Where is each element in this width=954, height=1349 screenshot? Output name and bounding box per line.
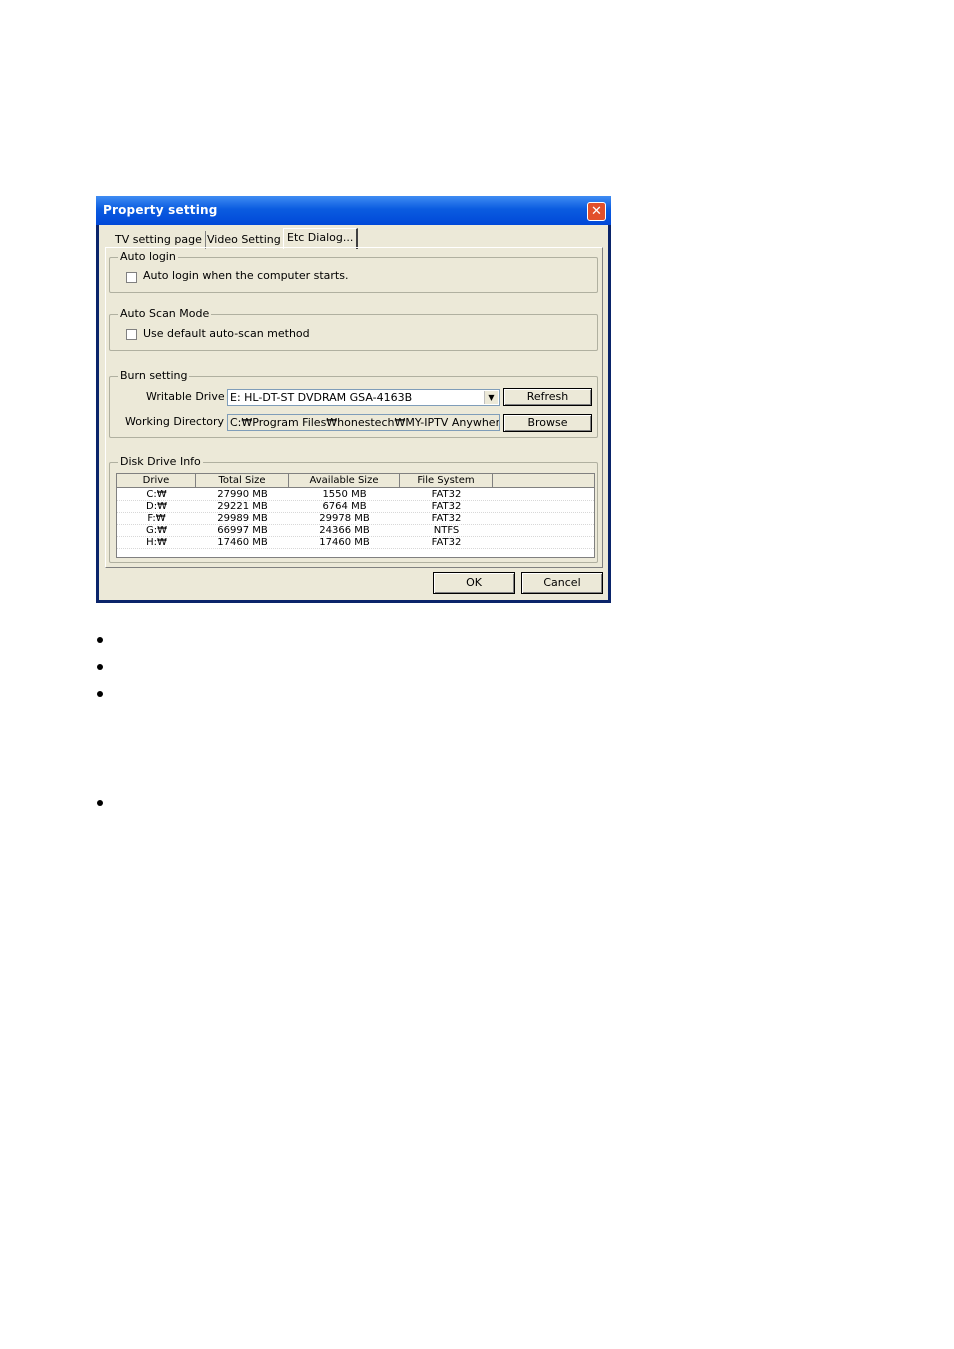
table-row[interactable]: G:₩ 66997 MB 24366 MB NTFS	[117, 525, 594, 537]
column-header-available-size[interactable]: Available Size	[289, 474, 400, 488]
writable-drive-select[interactable]: E: HL-DT-ST DVDRAM GSA-4163B ▼	[227, 389, 500, 406]
column-header-total-size[interactable]: Total Size	[196, 474, 289, 488]
title-bar[interactable]: Property setting ✕	[96, 196, 611, 225]
column-header-file-system[interactable]: File System	[400, 474, 493, 488]
available-size-cell: 6764 MB	[322, 501, 367, 512]
available-size-cell: 29978 MB	[319, 513, 370, 524]
working-directory-field[interactable]: C:₩Program Files₩honestech₩MY-IPTV Anywh…	[227, 414, 500, 431]
file-system-cell: FAT32	[431, 489, 462, 500]
available-size-cell: 17460 MB	[319, 537, 370, 548]
file-system-cell: NTFS	[433, 525, 460, 536]
drive-cell: F:₩	[147, 513, 166, 524]
working-directory-label: Working Directory :	[125, 415, 232, 428]
drive-cell: H:₩	[146, 537, 167, 548]
table-row[interactable]: H:₩ 17460 MB 17460 MB FAT32	[117, 537, 594, 549]
tab-panel: Auto login Auto login when the computer …	[105, 247, 603, 568]
writable-drive-value: E: HL-DT-ST DVDRAM GSA-4163B	[230, 391, 413, 404]
drive-cell: D:₩	[146, 501, 167, 512]
drive-cell: G:₩	[145, 525, 167, 536]
ok-button[interactable]: OK	[433, 572, 515, 594]
column-header-blank	[493, 474, 594, 488]
burn-setting-group-label: Burn setting	[118, 369, 190, 382]
total-size-cell: 17460 MB	[217, 537, 268, 548]
disk-drive-info-group-label: Disk Drive Info	[118, 455, 203, 468]
drive-cell: C:₩	[146, 489, 167, 500]
table-row[interactable]: F:₩ 29989 MB 29978 MB FAT32	[117, 513, 594, 525]
file-system-cell: FAT32	[431, 501, 462, 512]
table-row[interactable]: C:₩ 27990 MB 1550 MB FAT32	[117, 489, 594, 501]
total-size-cell: 29221 MB	[217, 501, 268, 512]
tab-etc-dialog[interactable]: Etc Dialog...	[283, 228, 359, 249]
browse-button[interactable]: Browse	[503, 414, 592, 432]
dialog-client-area: TV setting page Video Setting Etc Dialog…	[99, 225, 608, 600]
auto-scan-group-label: Auto Scan Mode	[118, 307, 212, 320]
close-icon[interactable]: ✕	[587, 202, 606, 221]
chevron-down-icon[interactable]: ▼	[484, 391, 498, 404]
property-setting-dialog: Property setting ✕ TV setting page Video…	[96, 196, 611, 603]
file-system-cell: FAT32	[431, 537, 462, 548]
column-header-drive[interactable]: Drive	[117, 474, 196, 488]
total-size-cell: 29989 MB	[217, 513, 268, 524]
table-row[interactable]: D:₩ 29221 MB 6764 MB FAT32	[117, 501, 594, 513]
auto-login-checkbox[interactable]	[126, 272, 137, 283]
writable-drive-label: Writable Drive :	[146, 390, 232, 403]
file-system-cell: FAT32	[431, 513, 462, 524]
auto-scan-group: Auto Scan Mode Use default auto-scan met…	[109, 307, 598, 351]
bullet-point	[97, 800, 103, 806]
bullet-point	[97, 637, 103, 643]
burn-setting-group: Burn setting Writable Drive : E: HL-DT-S…	[109, 369, 598, 438]
bullet-point	[97, 691, 103, 697]
total-size-cell: 27990 MB	[217, 489, 268, 500]
refresh-button[interactable]: Refresh	[503, 388, 592, 406]
auto-login-group: Auto login Auto login when the computer …	[109, 250, 598, 293]
auto-scan-checkbox-label: Use default auto-scan method	[143, 327, 310, 340]
disk-drive-list[interactable]: Drive Total Size Available Size File Sys…	[116, 473, 595, 558]
list-header: Drive Total Size Available Size File Sys…	[117, 474, 594, 488]
auto-login-checkbox-label: Auto login when the computer starts.	[143, 269, 349, 282]
total-size-cell: 66997 MB	[217, 525, 268, 536]
auto-login-group-label: Auto login	[118, 250, 178, 263]
cancel-button[interactable]: Cancel	[521, 572, 603, 594]
bullet-point	[97, 664, 103, 670]
available-size-cell: 24366 MB	[319, 525, 370, 536]
dialog-title: Property setting	[103, 203, 218, 217]
auto-scan-checkbox[interactable]	[126, 329, 137, 340]
available-size-cell: 1550 MB	[322, 489, 367, 500]
disk-drive-info-group: Disk Drive Info Drive Total Size Availab…	[109, 455, 598, 563]
